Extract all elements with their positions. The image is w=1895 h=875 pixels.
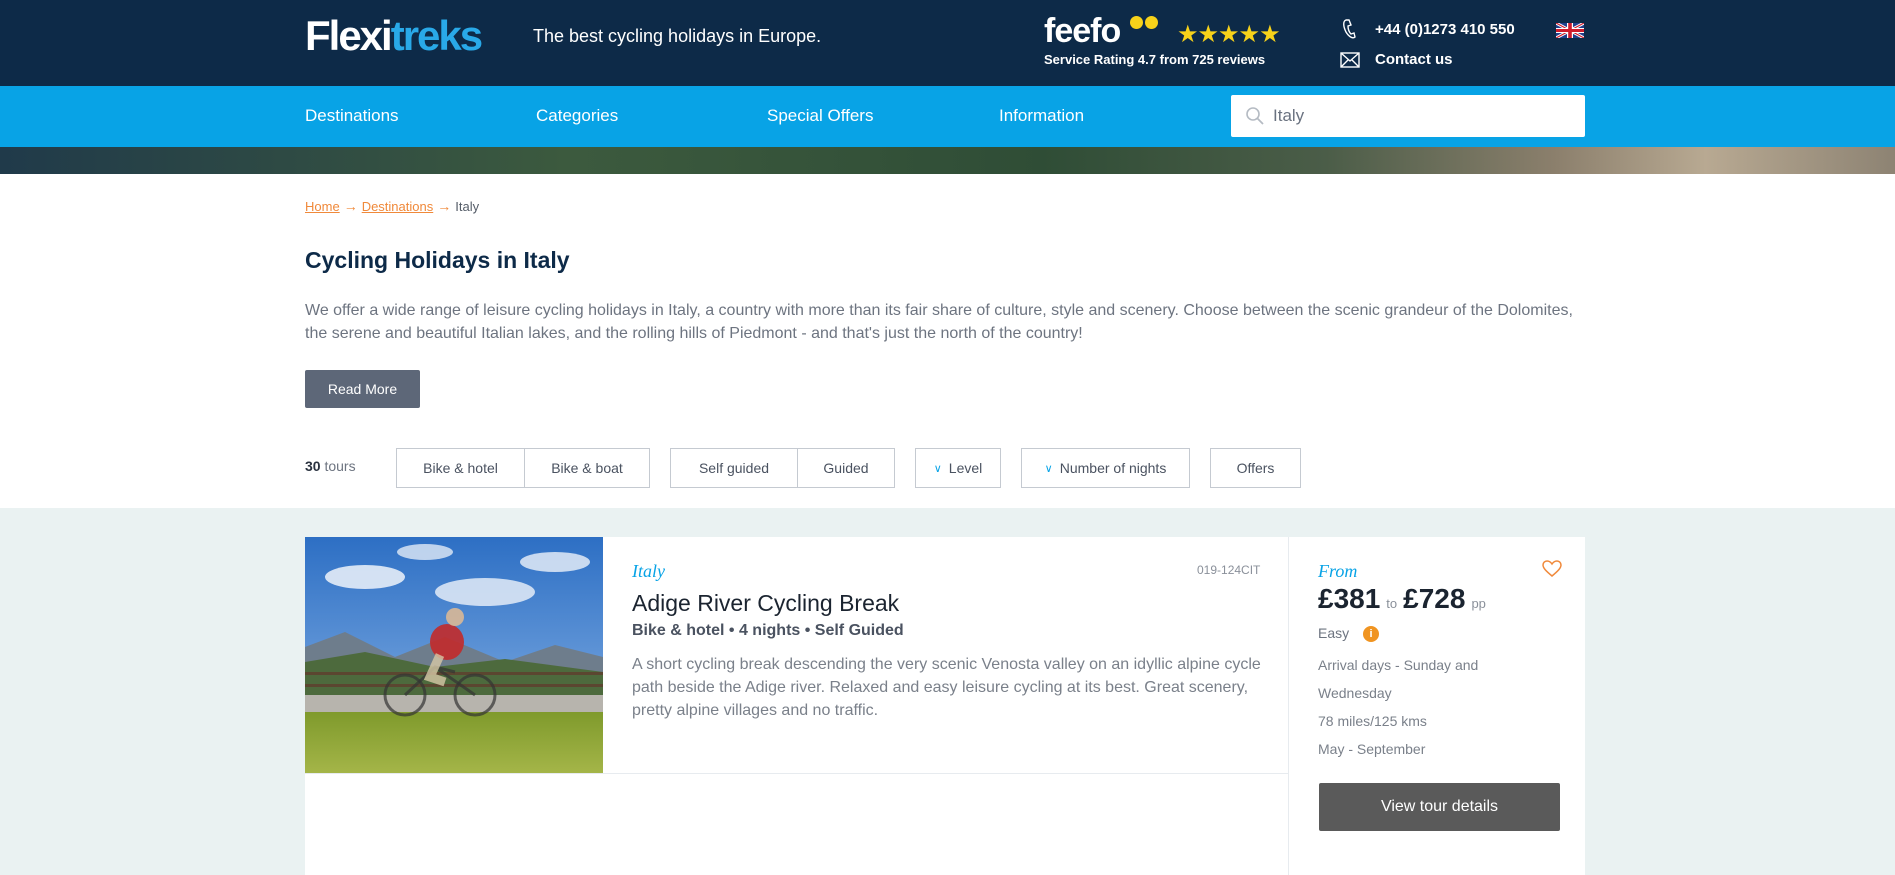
holiday-type-filter: Bike & hotel Bike & boat (396, 448, 650, 488)
season: May - September (1318, 741, 1426, 757)
phone-number[interactable]: +44 (0)1273 410 550 (1375, 21, 1515, 38)
top-header: Flexitreks The best cycling holidays in … (0, 0, 1895, 86)
phone-icon (1343, 19, 1356, 39)
search-box[interactable] (1231, 95, 1585, 137)
view-tour-details-button[interactable]: View tour details (1319, 783, 1560, 831)
read-more-button[interactable]: Read More (305, 370, 420, 408)
nav-information[interactable]: Information (999, 106, 1084, 126)
logo-text: Flexi (305, 12, 393, 59)
rating-stars-icon: ★★★★★ (1177, 21, 1281, 48)
info-icon[interactable]: i (1363, 626, 1379, 642)
chevron-down-icon: ∨ (933, 462, 942, 475)
uk-flag-icon[interactable] (1556, 23, 1584, 38)
arrival-days: Arrival days - Sunday and Wednesday (1318, 657, 1479, 701)
logo-text-accent: treks (390, 12, 483, 59)
price-to-label: to (1386, 596, 1398, 611)
tour-facts: Arrival days - Sunday and Wednesday 78 m… (1318, 651, 1508, 763)
tour-meta: Bike & hotel • 4 nights • Self Guided (632, 622, 904, 639)
tour-code: 019-124CIT (1197, 563, 1261, 577)
tour-country: Italy (632, 561, 665, 581)
breadcrumb: Home → Destinations → Italy (305, 198, 479, 214)
card-divider (1288, 537, 1289, 875)
breadcrumb-home[interactable]: Home (305, 199, 340, 214)
filter-nights-label: Number of nights (1059, 460, 1167, 476)
flexitreks-logo[interactable]: Flexitreks (305, 12, 483, 60)
main-nav: Destinations Categories Special Offers I… (0, 86, 1895, 147)
page-title: Cycling Holidays in Italy (305, 247, 570, 273)
card-divider (305, 773, 1288, 774)
intro-section: Home → Destinations → Italy Cycling Holidays… (0, 174, 1895, 508)
tours-count-label: tours (324, 458, 356, 474)
filter-self-guided[interactable]: Self guided (671, 449, 797, 487)
nav-categories[interactable]: Categories (536, 106, 618, 126)
filter-offers[interactable]: Offers (1211, 449, 1300, 487)
difficulty-level: Easy (1318, 625, 1350, 641)
feefo-logo: feefo (1044, 12, 1121, 50)
tours-count: 30 tours (305, 458, 356, 474)
hero-image-strip (0, 147, 1895, 174)
tour-card: Italy 019-124CIT Adige River Cycling Bre… (305, 537, 1585, 875)
price-pp: pp (1471, 596, 1486, 611)
chevron-down-icon: ∨ (1044, 462, 1053, 475)
rating-text: Service Rating 4.7 from 725 reviews (1044, 52, 1266, 67)
filter-bike-hotel[interactable]: Bike & hotel (397, 449, 524, 487)
filter-level-dropdown[interactable]: ∨ Level (916, 449, 1000, 487)
distance: 78 miles/125 kms (1318, 713, 1427, 729)
tours-count-number: 30 (305, 458, 321, 474)
offers-filter: Offers (1210, 448, 1301, 488)
guiding-filter: Self guided Guided (670, 448, 895, 488)
level-filter: ∨ Level (915, 448, 1001, 488)
filter-bike-boat[interactable]: Bike & boat (524, 449, 649, 487)
tour-title[interactable]: Adige River Cycling Break (632, 590, 899, 617)
cyclist-photo (305, 537, 603, 773)
feefo-eyes-icon (1130, 16, 1160, 30)
filter-guided[interactable]: Guided (797, 449, 894, 487)
search-icon (1246, 107, 1264, 125)
price-from-label: From (1318, 561, 1358, 581)
tour-description: A short cycling break descending the ver… (632, 656, 1261, 719)
tour-image[interactable] (305, 537, 603, 773)
tagline: The best cycling holidays in Europe. (533, 26, 822, 46)
nav-destinations[interactable]: Destinations (305, 106, 399, 126)
intro-text: We offer a wide range of leisure cycling… (305, 302, 1573, 342)
filter-level-label: Level (948, 460, 983, 476)
feefo-rating[interactable]: feefo ★★★★★ Service Rating 4.7 from 725 … (1044, 12, 1284, 72)
nights-filter: ∨ Number of nights (1021, 448, 1190, 488)
arrow-right-icon: → (437, 198, 452, 214)
heart-icon[interactable] (1542, 560, 1562, 578)
price-min: £381 (1318, 583, 1381, 614)
nav-special-offers[interactable]: Special Offers (767, 106, 873, 126)
contact-us-link[interactable]: Contact us (1375, 51, 1453, 68)
mail-icon (1340, 52, 1360, 68)
price-range: £381 to £728 pp (1318, 583, 1492, 615)
price-max: £728 (1403, 583, 1466, 614)
search-input[interactable] (1273, 95, 1573, 137)
arrow-right-icon: → (343, 198, 358, 214)
breadcrumb-current: Italy (455, 199, 480, 214)
breadcrumb-destinations[interactable]: Destinations (362, 199, 434, 214)
filter-nights-dropdown[interactable]: ∨ Number of nights (1022, 449, 1189, 487)
